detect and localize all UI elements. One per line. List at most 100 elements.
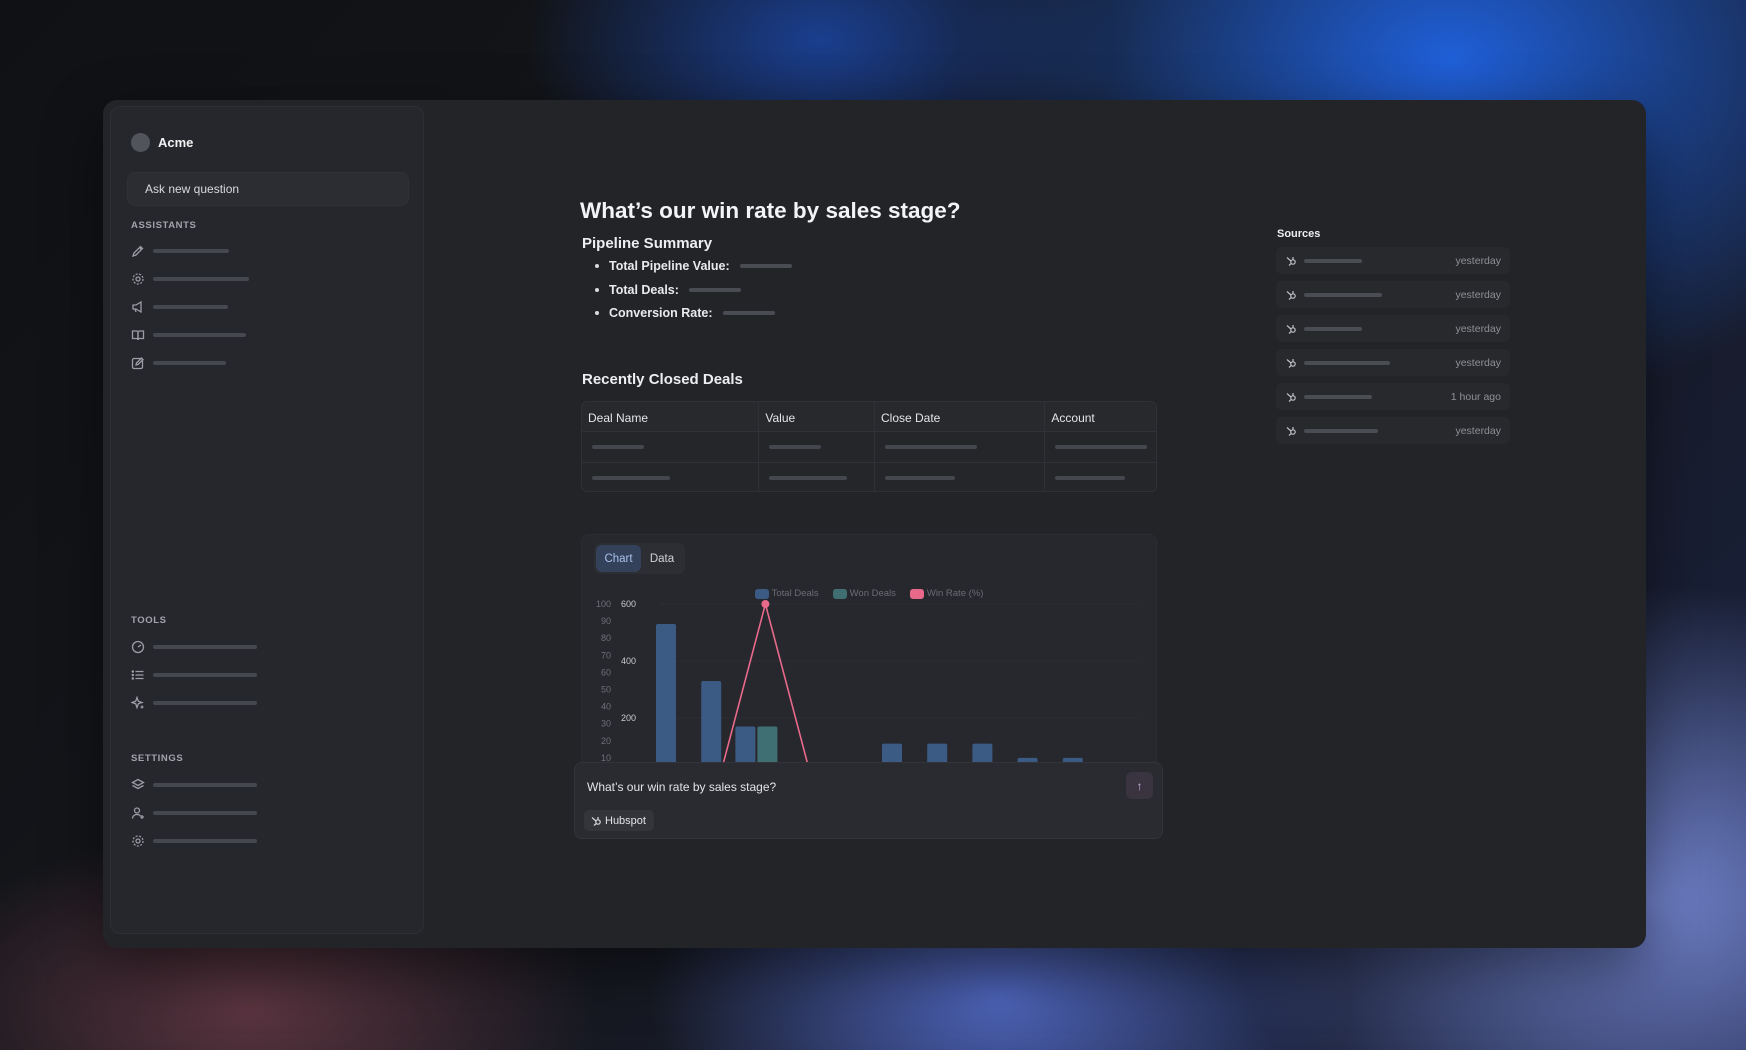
deals-table: Deal Name Value Close Date Account xyxy=(581,401,1157,492)
sidebar-item-label xyxy=(153,249,229,253)
cell-placeholder xyxy=(884,476,955,480)
sidebar-item-assistant-2[interactable] xyxy=(131,271,249,287)
y-axis-left-tick-label: 30 xyxy=(601,719,611,729)
source-item[interactable]: yesterday xyxy=(1276,417,1510,444)
sidebar-item-label xyxy=(153,701,257,705)
list-item: Conversion Rate: xyxy=(595,306,775,320)
send-button[interactable]: ↑ xyxy=(1126,772,1153,799)
tools-section-label: TOOLS xyxy=(131,615,167,626)
y-axis-left-tick-label: 100 xyxy=(596,599,611,609)
bullet-dot xyxy=(595,311,599,315)
edit-icon xyxy=(131,357,144,370)
y-axis-right-tick-label: 400 xyxy=(621,656,636,666)
win-rate-point xyxy=(761,600,770,608)
source-title-placeholder xyxy=(1304,292,1382,297)
sidebar-item-assistant-3[interactable] xyxy=(131,299,228,315)
cell-placeholder xyxy=(884,445,977,449)
workspace-switcher[interactable]: Acme xyxy=(131,133,193,152)
sidebar-item-assistant-4[interactable] xyxy=(131,327,246,343)
workspace-avatar xyxy=(131,133,150,152)
column-header-value[interactable]: Value xyxy=(759,402,875,431)
value-placeholder xyxy=(722,311,775,315)
layers-icon xyxy=(131,778,145,790)
source-timestamp: yesterday xyxy=(1455,322,1501,335)
sidebar-item-label xyxy=(153,305,228,309)
chip-label: Hubspot xyxy=(605,814,646,827)
table-header: Deal Name Value Close Date Account xyxy=(582,402,1156,431)
source-title-placeholder xyxy=(1304,394,1372,399)
source-timestamp: yesterday xyxy=(1455,254,1501,267)
y-axis-left-tick-label: 40 xyxy=(601,702,611,712)
sidebar-item-tool-3[interactable] xyxy=(131,695,257,711)
table-cell xyxy=(1045,432,1156,462)
cell-placeholder xyxy=(1055,476,1126,480)
sources-title: Sources xyxy=(1277,228,1321,240)
column-header-deal-name[interactable]: Deal Name xyxy=(582,402,760,431)
workspace-name: Acme xyxy=(158,135,194,150)
hubspot-icon xyxy=(1286,324,1296,334)
list-icon xyxy=(131,670,144,680)
table-row[interactable] xyxy=(582,431,1156,462)
source-item[interactable]: yesterday xyxy=(1276,247,1510,274)
sidebar-item-assistant-1[interactable] xyxy=(131,243,229,259)
source-title-placeholder xyxy=(1304,428,1378,433)
hubspot-icon xyxy=(1286,426,1296,436)
sidebar-item-setting-1[interactable] xyxy=(131,777,257,793)
source-item[interactable]: yesterday xyxy=(1276,349,1510,376)
y-axis-right-tick-label: 200 xyxy=(621,713,636,723)
y-axis-left-tick-label: 60 xyxy=(601,667,611,677)
sidebar-item-setting-2[interactable] xyxy=(131,805,257,821)
hubspot-icon xyxy=(1286,256,1296,266)
arrow-up-icon: ↑ xyxy=(1136,778,1143,793)
source-chip-hubspot[interactable]: Hubspot xyxy=(584,810,654,831)
cell-placeholder xyxy=(769,476,848,480)
column-header-close-date[interactable]: Close Date xyxy=(875,402,1046,431)
sidebar-item-label xyxy=(153,361,226,365)
hubspot-icon xyxy=(591,816,601,826)
cell-placeholder xyxy=(1055,445,1148,449)
sidebar-item-setting-3[interactable] xyxy=(131,833,257,849)
source-title-placeholder xyxy=(1304,258,1362,263)
source-timestamp: yesterday xyxy=(1455,424,1501,437)
megaphone-icon xyxy=(132,300,142,314)
y-axis-left-tick-label: 70 xyxy=(601,650,611,660)
gear-icon xyxy=(132,273,144,285)
hubspot-icon xyxy=(1286,358,1296,368)
source-item[interactable]: 1 hour ago xyxy=(1276,383,1510,410)
gear-icon xyxy=(132,835,144,847)
sidebar-item-assistant-5[interactable] xyxy=(131,355,226,371)
column-header-account[interactable]: Account xyxy=(1045,402,1156,431)
sidebar-item-label xyxy=(153,645,257,649)
question-input[interactable]: What’s our win rate by sales stage? xyxy=(587,780,776,794)
cell-placeholder xyxy=(592,445,644,449)
source-item[interactable]: yesterday xyxy=(1276,315,1510,342)
value-placeholder xyxy=(739,264,792,268)
ask-new-question-button[interactable]: Ask new question xyxy=(127,172,409,206)
table-cell xyxy=(582,432,760,462)
y-axis-left-tick-label: 90 xyxy=(601,616,611,626)
app-window: Acme Ask new question ASSISTANTS TOOLS S… xyxy=(103,100,1646,948)
bar-total-deals xyxy=(656,623,676,775)
bar-total-deals xyxy=(701,680,722,775)
table-row[interactable] xyxy=(582,462,1156,491)
y-axis-left-tick-label: 80 xyxy=(601,633,611,643)
sidebar-item-label xyxy=(153,783,257,787)
user-plus-icon xyxy=(131,807,144,819)
source-timestamp: 1 hour ago xyxy=(1450,390,1501,403)
list-item: Total Deals: xyxy=(595,283,741,297)
assistants-section-label: ASSISTANTS xyxy=(131,220,197,231)
book-icon xyxy=(131,330,145,341)
table-cell xyxy=(759,432,875,462)
sidebar-item-label xyxy=(153,839,257,843)
sidebar-item-label xyxy=(153,673,257,677)
sidebar-item-tool-2[interactable] xyxy=(131,667,257,683)
question-composer[interactable]: What’s our win rate by sales stage? ↑ Hu… xyxy=(574,762,1163,839)
table-cell xyxy=(875,463,1046,491)
sidebar-item-label xyxy=(153,277,249,281)
sidebar-item-tool-1[interactable] xyxy=(131,639,257,655)
hubspot-icon xyxy=(1286,392,1296,402)
cell-placeholder xyxy=(769,445,822,449)
bullet-dot xyxy=(595,288,599,292)
source-item[interactable]: yesterday xyxy=(1276,281,1510,308)
source-title-placeholder xyxy=(1304,326,1362,331)
